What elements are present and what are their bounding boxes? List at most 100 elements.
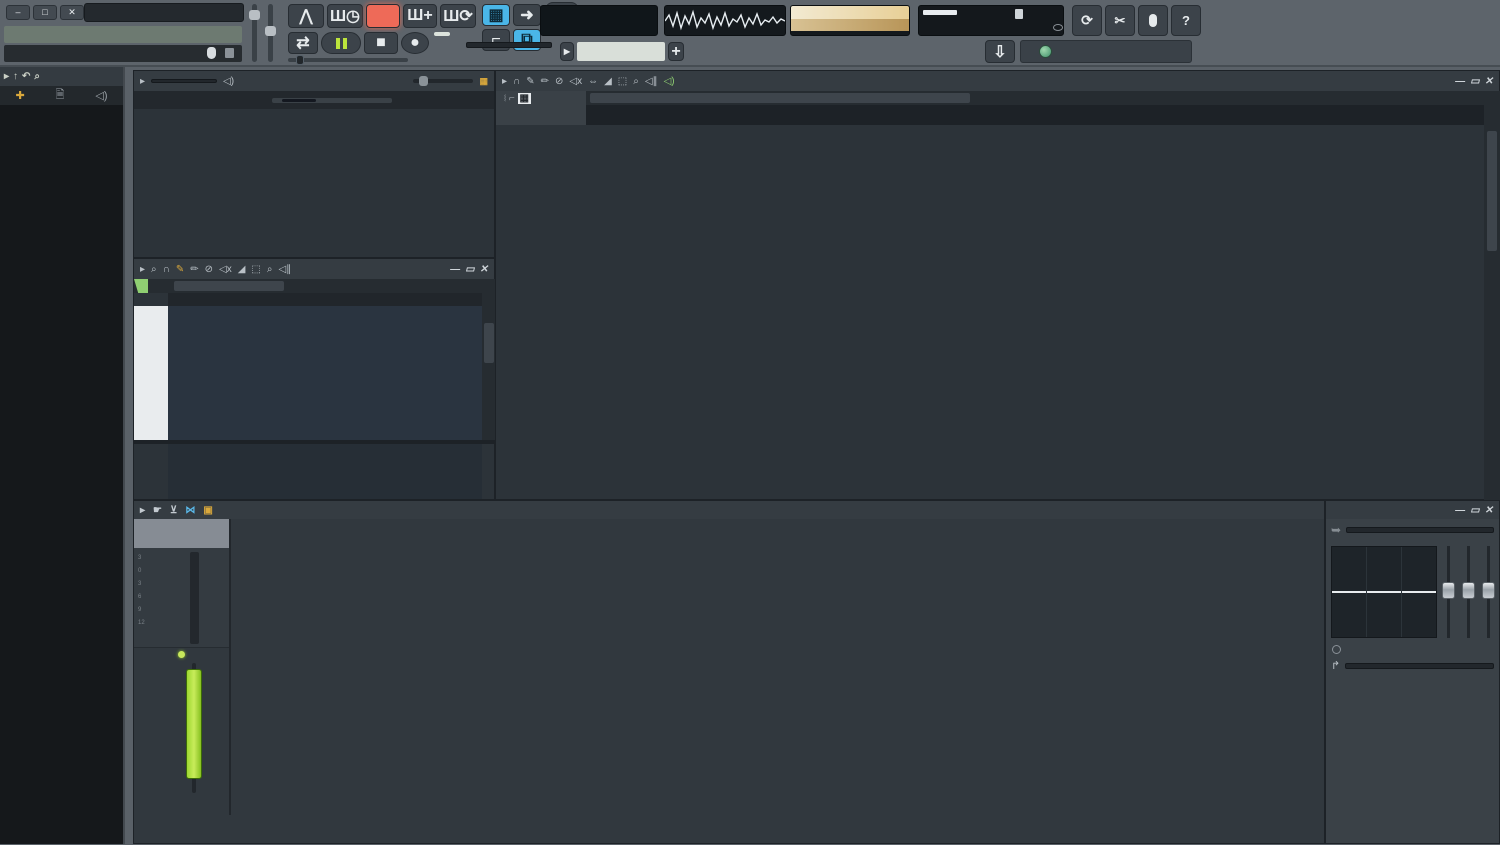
master-fader-area[interactable] [134, 661, 229, 801]
pr-brush-icon[interactable]: ✏ [190, 264, 198, 275]
metronome-button[interactable]: ⋀ [288, 4, 324, 28]
pp-input-arrow-icon[interactable]: ➥ [1331, 523, 1341, 537]
pr-maximize-button[interactable]: ▭ [465, 264, 474, 275]
mixer-master-strip[interactable]: 3 0 3 6 9 12 [134, 519, 231, 815]
pr-piano-keys[interactable] [134, 306, 168, 440]
pl-brush-icon[interactable]: ✏ [541, 76, 549, 87]
pl-maximize-button[interactable]: ▭ [1470, 76, 1479, 87]
news-banner[interactable] [1020, 40, 1192, 63]
pl-vscroll[interactable] [1484, 91, 1500, 501]
pl-playback-icon[interactable]: ◁∥ [645, 76, 658, 87]
pr-velocity-lane[interactable] [168, 444, 482, 499]
pr-vscroll[interactable] [482, 293, 496, 440]
pl-scroll-strip[interactable] [586, 91, 1484, 105]
pl-slip-icon[interactable]: ⇔ [588, 76, 598, 87]
pp-eq-display[interactable] [1331, 546, 1437, 638]
pr-clip-icon[interactable]: ✎ [176, 264, 184, 275]
mx-hand-icon[interactable]: ☛ [153, 505, 162, 516]
pr-mute-icon[interactable]: ◁x [219, 264, 232, 275]
pp-output-arrow-icon[interactable]: ↱ [1331, 659, 1340, 672]
typing-keyboard-button[interactable]: ▦ [482, 4, 510, 26]
rack-filter-dropdown[interactable] [151, 79, 218, 83]
mx-layout-icon[interactable]: ▣ [203, 505, 212, 516]
overdub-button[interactable]: Ш+ [403, 4, 437, 28]
swing-slider[interactable] [413, 76, 474, 86]
minimize-button[interactable]: – [6, 5, 30, 20]
mx-funnel-icon[interactable]: ⊻ [170, 505, 177, 516]
pl-play-icon: ◁) [663, 75, 675, 87]
pattern-add-button[interactable]: + [668, 42, 684, 61]
stop-button[interactable]: ■ [364, 32, 398, 54]
pl-select-icon[interactable]: ⬚ [618, 76, 627, 87]
pp-input-field[interactable] [1346, 527, 1494, 533]
pl-mute-icon[interactable]: ◁x [569, 76, 582, 87]
step-edit-button[interactable]: ➜ [513, 4, 541, 26]
countdown-button[interactable] [366, 4, 400, 28]
master-fader[interactable] [186, 669, 202, 779]
browser-tab-plugins[interactable]: ◁) [95, 89, 107, 102]
main-pitch-slider[interactable] [265, 4, 276, 62]
loop-record-button[interactable]: Ш⟳ [440, 4, 476, 28]
plugin-panel-titlebar: — ▭ ✕ [1326, 501, 1499, 519]
pp-close-button[interactable]: ✕ [1485, 505, 1493, 516]
time-display [540, 5, 658, 36]
rack-hscroll[interactable] [272, 97, 392, 103]
browser-tab-waves[interactable]: ✚ [15, 89, 24, 102]
pr-delete-icon[interactable]: ⊘ [205, 264, 213, 275]
pl-slice-icon[interactable]: ◢ [604, 76, 612, 87]
pr-playback-icon[interactable]: ◁∥ [278, 264, 291, 275]
pp-output-field[interactable] [1345, 662, 1494, 669]
pr-menu-icon[interactable]: ▸ [140, 264, 145, 275]
window-title [84, 3, 244, 22]
pp-maximize-button[interactable]: ▭ [1470, 505, 1479, 516]
pr-note-grid[interactable] [168, 306, 482, 440]
pl-zoom-icon[interactable]: ⌕ [633, 76, 639, 87]
pr-close-button[interactable]: ✕ [480, 264, 488, 275]
shuffle-slider[interactable] [288, 55, 408, 65]
download-button[interactable]: ⇩ [985, 40, 1015, 63]
pl-corner: ⧙ ⌐ ▦ [496, 91, 586, 125]
tempo-display[interactable] [434, 32, 450, 36]
recycle-button[interactable]: ⟳ [1072, 5, 1102, 36]
close-button[interactable]: ✕ [60, 5, 84, 20]
pl-tab-icons[interactable]: ⧙ ⌐ ▦ [504, 93, 531, 104]
maximize-button[interactable]: □ [33, 5, 57, 20]
cut-tool-button[interactable]: ✂ [1105, 5, 1135, 36]
pl-timeline[interactable] [586, 105, 1484, 125]
pl-minimize-button[interactable]: — [1455, 76, 1465, 87]
pr-zoom-icon[interactable]: ⌕ [267, 264, 273, 275]
main-volume-slider[interactable] [249, 4, 260, 62]
pr-ruler[interactable] [168, 293, 482, 306]
pp-minimize-button[interactable]: — [1455, 505, 1465, 516]
pr-tools-icon[interactable]: ⌕ [151, 264, 157, 275]
rack-menu-icon[interactable]: ▸ [140, 76, 145, 87]
record-button[interactable]: ● [401, 32, 429, 54]
pp-eq-sliders[interactable] [1442, 546, 1495, 638]
mx-bowtie-icon[interactable]: ⋈ [185, 505, 195, 516]
pattern-selector[interactable] [577, 42, 665, 61]
browser-header[interactable]: ▸ ↑ ↶ ⌕ [0, 67, 123, 86]
mic-button[interactable] [1138, 5, 1168, 36]
browser-tab-files[interactable]: 🗎 [56, 86, 65, 105]
wait-for-input-button[interactable]: Ш◷ [327, 4, 363, 28]
pr-magnet-icon[interactable]: ∩ [163, 264, 170, 275]
help-button[interactable]: ? [1171, 5, 1201, 36]
pp-time-icon[interactable] [1332, 645, 1341, 654]
pl-delete-icon[interactable]: ⊘ [555, 76, 563, 87]
channel-rack-toolbar: ▸ ◁) ▦ [134, 71, 494, 91]
pr-slice-icon[interactable]: ◢ [238, 264, 246, 275]
pr-select-icon[interactable]: ⬚ [251, 264, 260, 275]
master-volume-bar[interactable] [790, 5, 910, 36]
play-button[interactable] [321, 32, 361, 54]
pl-menu-icon[interactable]: ▸ [502, 76, 507, 87]
pl-pencil-icon[interactable]: ✎ [526, 76, 534, 87]
pr-minimize-button[interactable]: — [450, 264, 460, 275]
pl-magnet-icon[interactable]: ∩ [513, 76, 520, 87]
pattern-prev-button[interactable]: ▶ [560, 42, 574, 61]
song-loop-button[interactable]: ⇄ [288, 32, 318, 54]
rack-display-icon[interactable]: ▦ [479, 76, 488, 87]
pr-scroll-strip[interactable] [134, 279, 496, 293]
pl-close-button[interactable]: ✕ [1485, 76, 1493, 87]
mx-menu-icon[interactable]: ▸ [140, 505, 145, 516]
controller-selector[interactable] [466, 42, 552, 48]
